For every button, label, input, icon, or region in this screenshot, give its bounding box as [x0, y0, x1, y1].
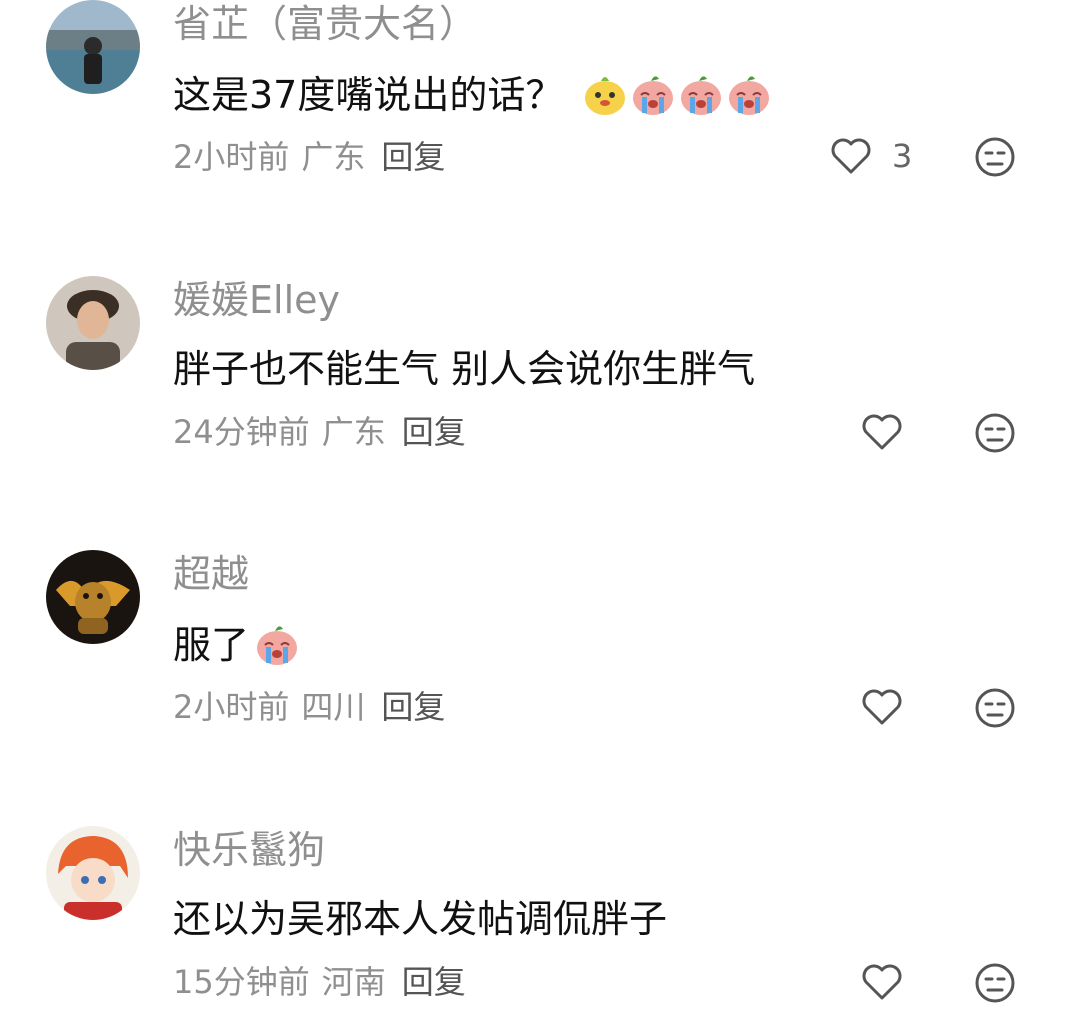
reply-button[interactable]: 回复	[381, 138, 445, 176]
comment-time: 15分钟前	[173, 963, 310, 1001]
crying-peach-emoji	[633, 76, 674, 115]
meh-face-icon	[975, 963, 1015, 1003]
reply-button[interactable]: 回复	[381, 688, 445, 726]
meh-face-icon	[975, 137, 1015, 177]
comment-text-content: 还以为吴邪本人发帖调侃胖子	[173, 897, 668, 941]
comment-time: 24分钟前	[173, 413, 310, 451]
heart-outline-icon	[862, 414, 902, 450]
comment-location: 河南	[321, 963, 386, 1001]
comment-text-content: 胖子也不能生气 别人会说你生胖气	[173, 347, 756, 391]
comment-text-content: 这是37度嘴说出的话？	[173, 73, 564, 117]
avatar[interactable]	[46, 0, 140, 94]
meh-face-icon	[975, 688, 1015, 728]
comment-location: 广东	[301, 138, 366, 176]
comment-username[interactable]: 快乐鬣狗	[173, 828, 325, 872]
comment-text-content: 服了	[173, 623, 250, 667]
comment-time: 2小时前	[173, 138, 290, 176]
comment-meta: 24分钟前 广东 回复	[173, 412, 466, 452]
comment-text: 还以为吴邪本人发帖调侃胖子	[173, 896, 667, 942]
comment-meta: 15分钟前 河南 回复	[173, 962, 466, 1002]
emoji-group	[583, 73, 775, 117]
comment-username[interactable]: 省芷（富贵大名）	[173, 2, 477, 46]
like-button[interactable]	[861, 962, 903, 1002]
yellow-puppy-emoji	[585, 77, 626, 115]
meh-face-icon	[975, 413, 1015, 453]
comment-meta: 2小时前 广东 回复	[173, 137, 445, 177]
comment-username[interactable]: 媛媛Elley	[173, 278, 340, 322]
heart-outline-icon	[862, 689, 902, 725]
comment-text: 这是37度嘴说出的话？	[173, 72, 775, 118]
like-button[interactable]	[861, 412, 903, 452]
comment-meta: 2小时前 四川 回复	[173, 687, 445, 727]
comment-location: 广东	[321, 413, 386, 451]
like-button[interactable]	[861, 687, 903, 727]
like-button[interactable]: 3	[830, 136, 912, 176]
dislike-button[interactable]	[975, 413, 1015, 453]
comment-location: 四川	[301, 688, 366, 726]
like-count: 3	[892, 137, 913, 175]
comment-text: 胖子也不能生气 别人会说你生胖气	[173, 346, 755, 392]
comment-time: 2小时前	[173, 688, 290, 726]
dislike-button[interactable]	[975, 963, 1015, 1003]
avatar[interactable]	[46, 826, 140, 920]
heart-outline-icon	[862, 964, 902, 1000]
crying-peach-emoji	[681, 76, 722, 115]
avatar[interactable]	[46, 276, 140, 370]
crying-peach-emoji	[257, 626, 298, 665]
dislike-button[interactable]	[975, 688, 1015, 728]
dislike-button[interactable]	[975, 137, 1015, 177]
heart-outline-icon	[831, 138, 871, 174]
reply-button[interactable]: 回复	[402, 963, 466, 1001]
reply-button[interactable]: 回复	[402, 413, 466, 451]
comment-text: 服了	[173, 622, 303, 668]
emoji-group	[255, 623, 303, 667]
avatar[interactable]	[46, 550, 140, 644]
crying-peach-emoji	[729, 76, 770, 115]
comment-username[interactable]: 超越	[173, 552, 249, 596]
